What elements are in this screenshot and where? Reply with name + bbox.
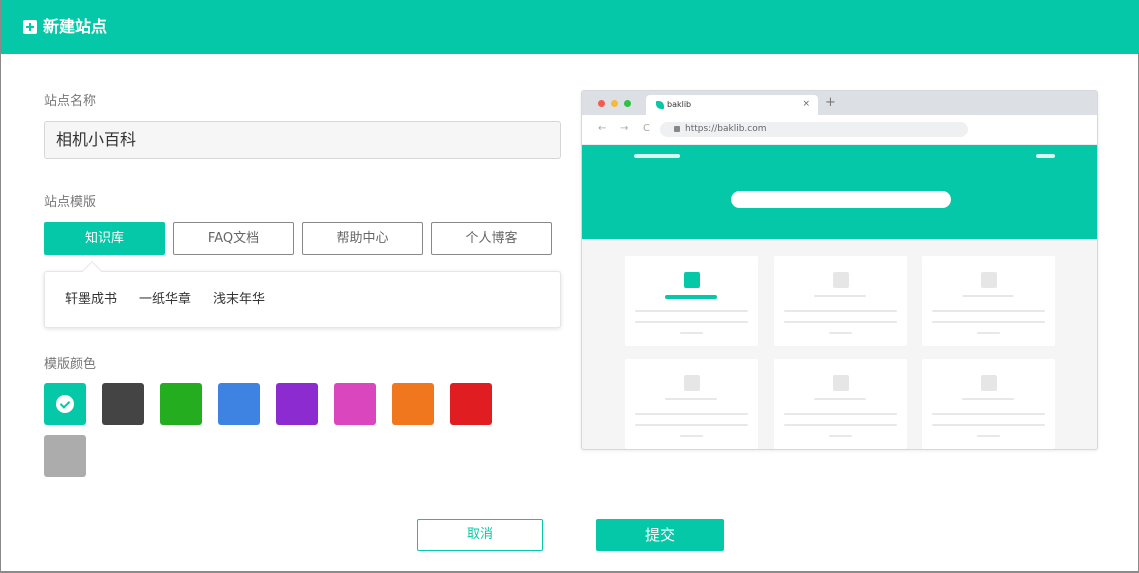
- color-swatch[interactable]: [160, 383, 202, 425]
- window-minimize-dot: [611, 100, 618, 107]
- color-swatch[interactable]: [276, 383, 318, 425]
- new-site-dialog: 新建站点 站点名称 相机小百科 站点模版 知识库 FAQ文档 帮助中心 个人博客…: [0, 0, 1139, 573]
- baklib-logo-icon: [656, 101, 664, 109]
- card-line-placeholder: [665, 295, 717, 299]
- preview-logo-placeholder: [634, 154, 680, 158]
- color-swatch[interactable]: [44, 435, 86, 477]
- template-preview: baklib × + ← → C https://baklib.com: [581, 90, 1098, 450]
- template-color-label: 模版颜色: [44, 357, 97, 372]
- cancel-button[interactable]: 取消: [417, 519, 543, 551]
- card-line-placeholder: [977, 435, 1000, 437]
- card-line-placeholder: [829, 435, 852, 437]
- panel-arrow: [82, 261, 102, 281]
- preview-card: [625, 256, 758, 346]
- lock-icon: [674, 126, 680, 132]
- color-swatch[interactable]: [102, 383, 144, 425]
- preview-card: [922, 359, 1055, 449]
- preview-card: [625, 359, 758, 449]
- card-line-placeholder: [932, 310, 1045, 312]
- card-line-placeholder: [680, 332, 703, 334]
- card-line-placeholder: [635, 310, 748, 312]
- card-line-placeholder: [665, 398, 717, 400]
- card-line-placeholder: [635, 413, 748, 415]
- preview-card: [922, 256, 1055, 346]
- browser-tab-bar: baklib × +: [582, 91, 1097, 115]
- card-line-placeholder: [635, 321, 748, 323]
- browser-address-bar: ← → C https://baklib.com: [582, 115, 1097, 145]
- card-line-placeholder: [977, 332, 1000, 334]
- card-icon-placeholder: [981, 375, 997, 391]
- card-line-placeholder: [814, 398, 866, 400]
- sub-template-panel: 轩墨成书 一纸华章 浅末年华: [44, 261, 561, 328]
- preview-search-placeholder: [731, 191, 951, 208]
- browser-tab: baklib ×: [646, 95, 818, 115]
- preview-hero-banner: [582, 145, 1097, 239]
- close-icon: ×: [802, 99, 810, 109]
- site-name-input[interactable]: 相机小百科: [44, 121, 561, 159]
- template-button-knowledge-base[interactable]: 知识库: [44, 222, 165, 255]
- color-swatch[interactable]: [334, 383, 376, 425]
- window-maximize-dot: [624, 100, 631, 107]
- card-icon-placeholder: [833, 272, 849, 288]
- card-line-placeholder: [962, 295, 1014, 297]
- card-icon-placeholder: [833, 375, 849, 391]
- template-button-help-center[interactable]: 帮助中心: [302, 222, 423, 255]
- preview-nav-placeholder: [1036, 154, 1055, 158]
- card-icon-placeholder: [684, 375, 700, 391]
- template-label: 站点模版: [44, 195, 97, 210]
- card-line-placeholder: [962, 398, 1014, 400]
- forward-arrow-icon: →: [620, 123, 629, 134]
- back-arrow-icon: ←: [598, 123, 607, 134]
- card-line-placeholder: [784, 310, 897, 312]
- card-line-placeholder: [932, 424, 1045, 426]
- color-swatch[interactable]: [44, 383, 86, 425]
- preview-card: [774, 256, 907, 346]
- new-tab-icon: +: [825, 95, 836, 110]
- submit-button[interactable]: 提交: [596, 519, 724, 551]
- tab-title: baklib: [667, 100, 692, 109]
- dialog-title: 新建站点: [43, 17, 108, 36]
- card-line-placeholder: [784, 321, 897, 323]
- card-line-placeholder: [932, 321, 1045, 323]
- card-line-placeholder: [814, 295, 866, 297]
- site-name-label: 站点名称: [44, 94, 97, 109]
- card-line-placeholder: [635, 424, 748, 426]
- window-close-dot: [598, 100, 605, 107]
- card-line-placeholder: [932, 413, 1045, 415]
- card-line-placeholder: [784, 424, 897, 426]
- url-field: https://baklib.com: [660, 122, 968, 137]
- sub-template-item[interactable]: 一纸华章: [139, 292, 191, 308]
- color-swatch[interactable]: [392, 383, 434, 425]
- check-icon: [56, 395, 74, 413]
- template-button-personal-blog[interactable]: 个人博客: [431, 222, 552, 255]
- card-icon-placeholder: [684, 272, 700, 288]
- card-line-placeholder: [829, 332, 852, 334]
- preview-card: [774, 359, 907, 449]
- sub-template-item[interactable]: 浅末年华: [213, 292, 265, 308]
- url-text: https://baklib.com: [685, 124, 767, 134]
- card-line-placeholder: [680, 435, 703, 437]
- sub-template-item[interactable]: 轩墨成书: [65, 292, 117, 308]
- reload-icon: C: [643, 123, 650, 134]
- card-icon-placeholder: [981, 272, 997, 288]
- card-line-placeholder: [784, 413, 897, 415]
- color-swatch[interactable]: [218, 383, 260, 425]
- dialog-header: 新建站点: [1, 0, 1139, 54]
- color-swatch[interactable]: [450, 383, 492, 425]
- template-button-faq[interactable]: FAQ文档: [173, 222, 294, 255]
- plus-square-icon: [23, 20, 37, 34]
